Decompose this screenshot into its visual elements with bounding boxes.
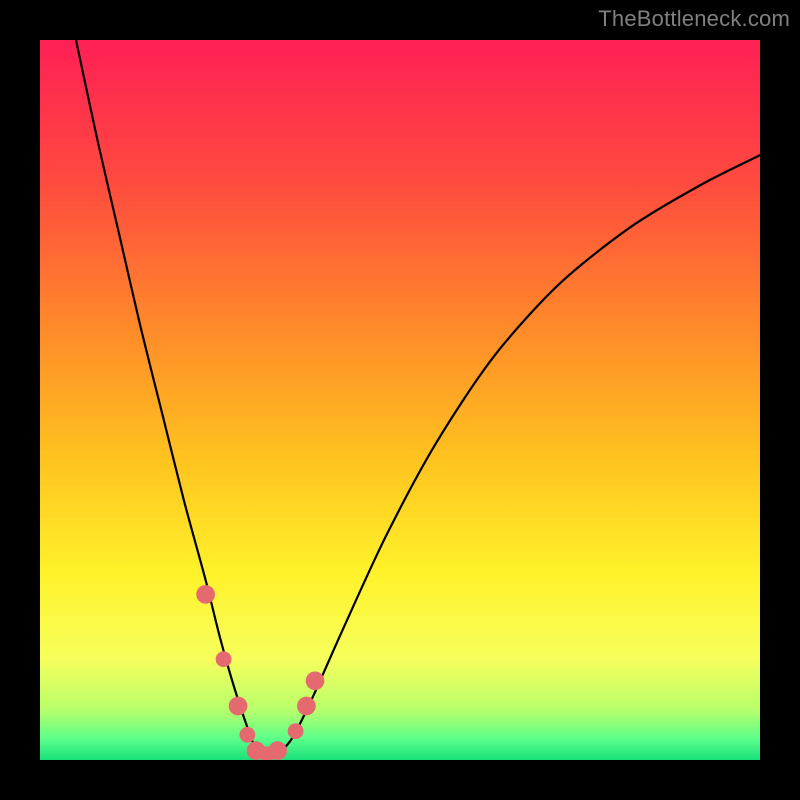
plot-area [40,40,760,760]
marker-dot [297,697,316,716]
marker-dot [268,741,287,760]
marker-dot [216,651,232,667]
marker-dot [306,671,325,690]
chart-frame: TheBottleneck.com [0,0,800,800]
marker-dot [239,727,255,743]
bottleneck-curve [76,40,760,759]
curve-markers [196,585,324,760]
watermark-text: TheBottleneck.com [598,6,790,32]
marker-dot [229,697,248,716]
marker-dot [196,585,215,604]
curve-layer [40,40,760,760]
marker-dot [288,723,304,739]
